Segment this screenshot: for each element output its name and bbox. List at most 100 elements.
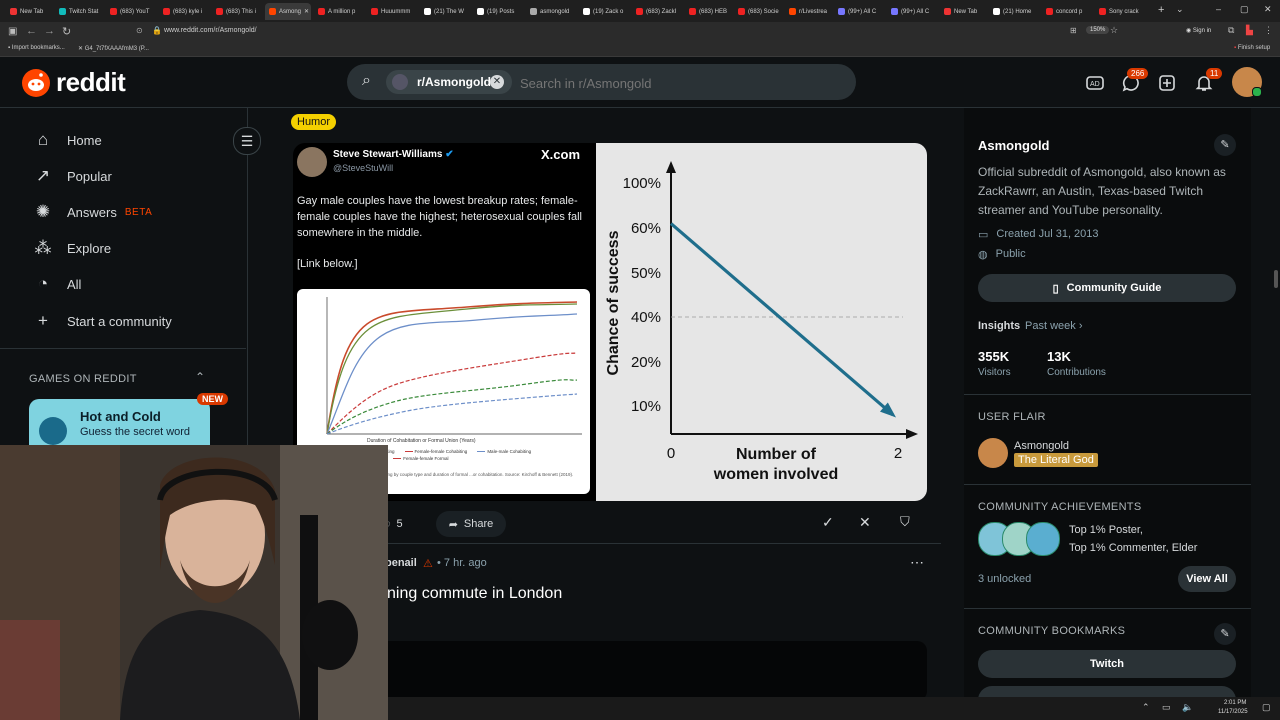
approve-icon[interactable]: ✓: [822, 514, 834, 531]
insights-period-dropdown[interactable]: Past week ›: [1025, 320, 1082, 332]
bookmarks-bar: ▪ Import bookmarks... ✕ G4_7t7fXAAAfmM3 …: [0, 42, 1280, 57]
page-scrollbar-thumb[interactable]: [1274, 270, 1278, 288]
search-input[interactable]: [518, 72, 842, 94]
browser-tab[interactable]: (683) kyle i: [159, 3, 209, 20]
view-all-button[interactable]: View All: [1178, 566, 1236, 592]
browser-tab[interactable]: (99+) All C: [887, 3, 937, 20]
bookmark-twitch-button[interactable]: Twitch: [978, 650, 1236, 678]
network-icon[interactable]: ▭: [1162, 702, 1171, 713]
reload-icon[interactable]: ↻: [62, 25, 71, 38]
browser-tab[interactable]: Huuummm: [367, 3, 417, 20]
achievement-badges[interactable]: [978, 522, 1060, 556]
home-icon: ⌂: [37, 130, 49, 149]
warning-icon: ⚠: [423, 558, 433, 570]
browser-tab[interactable]: Asmong ✕: [265, 3, 311, 20]
browser-tab[interactable]: Twitch Stat: [55, 3, 103, 20]
game-card[interactable]: Hot and Cold Guess the secret word NEW: [29, 393, 228, 447]
nav-item-popular[interactable]: ↗ Popular: [33, 166, 112, 186]
extension-icon[interactable]: ▙: [1246, 25, 1253, 36]
nav-item-answers[interactable]: ✺ Answers BETA: [33, 202, 152, 222]
community-guide-button[interactable]: ▯ Community Guide: [978, 274, 1236, 302]
finish-setup-button[interactable]: ▪ Finish setup: [1234, 45, 1270, 51]
maximize-icon[interactable]: ▢: [1240, 4, 1249, 15]
browser-tab[interactable]: Sony crack: [1095, 3, 1147, 20]
guide-icon: ▯: [1052, 282, 1059, 295]
browser-tab[interactable]: concord p: [1042, 3, 1092, 20]
nav-item-home[interactable]: ⌂ Home: [33, 130, 102, 150]
taskbar-date[interactable]: 11/17/2025: [1218, 709, 1248, 715]
tab-label: (683) HEB: [699, 8, 728, 15]
chart-y-tick-label: 100%: [623, 175, 661, 192]
browser-tab[interactable]: (683) This i: [212, 3, 262, 20]
browser-tab[interactable]: New Tab: [940, 3, 986, 20]
post-flair[interactable]: Humor: [291, 114, 337, 130]
browser-tab[interactable]: (19) Zack o: [579, 3, 629, 20]
share-button[interactable]: ➦ Share: [436, 511, 506, 537]
mod-shield-icon[interactable]: ⛉: [900, 514, 910, 530]
browser-tab[interactable]: A million p: [314, 3, 364, 20]
post2-media[interactable]: [377, 641, 927, 701]
browser-tab[interactable]: (99+) All C: [834, 3, 884, 20]
url-field[interactable]: ⊙ 🔒 www.reddit.com/r/Asmongold/: [130, 25, 1130, 39]
browser-tab[interactable]: (683) YouT: [106, 3, 156, 20]
chart-ylabel: Chance of success: [605, 230, 622, 375]
reddit-logo[interactable]: reddit: [22, 67, 126, 98]
post-image[interactable]: Steve Stewart-Williams ✔ @SteveStuWill X…: [293, 143, 927, 501]
nav-item-start-a-community[interactable]: + Start a community: [33, 311, 172, 331]
volume-icon[interactable]: 🔈: [1182, 702, 1193, 713]
site-info-icon[interactable]: ⊙: [136, 26, 143, 35]
extensions-icon[interactable]: ⧉: [1228, 25, 1234, 36]
more-options-icon[interactable]: ⋯: [910, 554, 924, 571]
browser-tab[interactable]: New Tab: [6, 3, 52, 20]
browser-tab[interactable]: r/Livestrea: [785, 3, 831, 20]
forward-icon[interactable]: →: [44, 25, 55, 37]
create-post-icon[interactable]: [1156, 72, 1178, 94]
post2-author[interactable]: benail: [385, 557, 417, 569]
minimize-icon[interactable]: –: [1216, 4, 1221, 14]
sign-in-button[interactable]: ◉ Sign in: [1186, 27, 1211, 34]
community-name: Asmongold: [978, 138, 1050, 153]
tab-label: (19) Zack o: [593, 8, 624, 15]
browser-tab[interactable]: (21) The W: [420, 3, 470, 20]
nav-item-explore[interactable]: ⁂ Explore: [33, 238, 112, 258]
edit-icon[interactable]: ✎: [1214, 134, 1236, 156]
clear-chip-icon[interactable]: ✕: [490, 75, 504, 89]
user-avatar[interactable]: [1232, 67, 1262, 97]
tab-label: concord p: [1056, 8, 1083, 15]
bookmark-item[interactable]: ✕ G4_7t7fXAAAfmM3 (P...: [78, 45, 149, 52]
game-new-badge: NEW: [197, 393, 228, 405]
tab-favicon: [993, 8, 1000, 15]
tab-favicon: [944, 8, 951, 15]
sidebar-toggle-icon[interactable]: ▣: [8, 26, 17, 37]
nav-item-all[interactable]: ◔ All: [33, 274, 82, 294]
tab-list-icon[interactable]: ⌄: [1176, 4, 1184, 15]
browser-tab[interactable]: (19) Posts: [473, 3, 523, 20]
browser-tab[interactable]: asmongold: [526, 3, 576, 20]
bookmark-star-icon[interactable]: ☆: [1110, 25, 1118, 36]
browser-tab[interactable]: (683) HEB: [685, 3, 731, 20]
subreddit-search-chip[interactable]: r/Asmongold ✕: [386, 70, 512, 94]
notification-center-icon[interactable]: ▢: [1262, 702, 1271, 713]
collapse-sidebar-button[interactable]: ☰: [233, 127, 261, 155]
post2-time: • 7 hr. ago: [437, 557, 487, 569]
taskbar-time[interactable]: 2:01 PM: [1224, 700, 1246, 706]
close-window-icon[interactable]: ✕: [1264, 4, 1272, 15]
sign-in-label: Sign in: [1192, 28, 1212, 34]
back-icon[interactable]: ←: [26, 25, 37, 37]
browser-tab[interactable]: (683) Socie: [734, 3, 782, 20]
browser-tab[interactable]: (21) Home: [989, 3, 1039, 20]
chevron-up-icon[interactable]: ⌃: [195, 370, 205, 384]
browser-menu-icon[interactable]: ⋮: [1264, 25, 1273, 36]
translate-icon[interactable]: ⊞: [1070, 26, 1077, 35]
remove-icon[interactable]: ✕: [859, 514, 871, 531]
post2-title[interactable]: ning commute in London: [387, 585, 562, 603]
tray-chevron-icon[interactable]: ⌃: [1142, 702, 1150, 713]
new-tab-icon[interactable]: +: [1158, 4, 1164, 16]
tab-label: New Tab: [954, 8, 978, 15]
advertise-icon[interactable]: AD: [1084, 72, 1106, 94]
zoom-indicator[interactable]: 150%: [1086, 26, 1110, 34]
close-tab-icon[interactable]: ✕: [304, 8, 309, 15]
browser-tab[interactable]: (683) ZackI: [632, 3, 682, 20]
edit-bookmarks-icon[interactable]: ✎: [1214, 623, 1236, 645]
bookmark-import[interactable]: ▪ Import bookmarks...: [8, 45, 65, 51]
